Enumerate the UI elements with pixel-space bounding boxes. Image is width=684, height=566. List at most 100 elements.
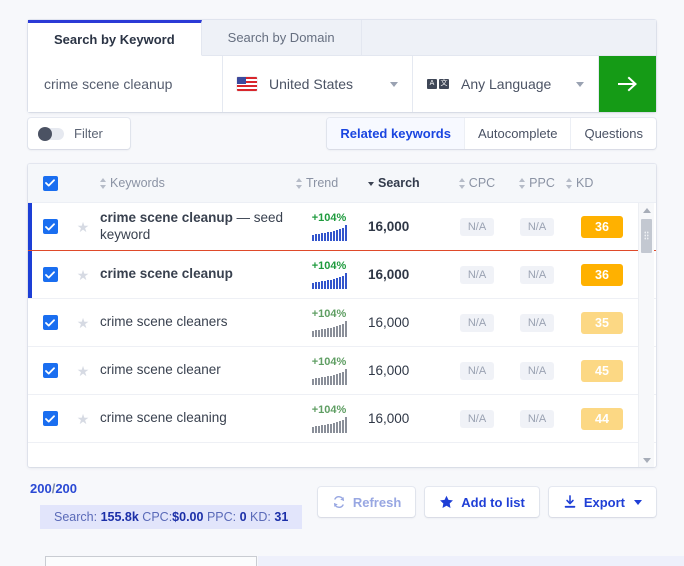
tab-search-by-keyword[interactable]: Search by Keyword (28, 20, 202, 56)
scrollbar-thumb[interactable] (641, 219, 652, 253)
keywords-table: Keywords Trend Search CPC PPC KD ★ crime … (28, 164, 656, 467)
check-icon (45, 318, 55, 326)
row-keyword-cell[interactable]: crime scene cleaners (94, 314, 296, 331)
summary-ppc-label: PPC: (206, 510, 237, 524)
tabs-filler (361, 20, 656, 55)
header-trend[interactable]: Trend (296, 176, 362, 190)
sort-both-icon (296, 177, 303, 189)
language-select[interactable]: A文 Any Language (413, 56, 599, 112)
scroll-up-arrow-icon[interactable] (639, 203, 654, 217)
tab-autocomplete[interactable]: Autocomplete (465, 118, 572, 149)
row-trend-cell: +104% (296, 260, 362, 289)
row-kd-cell: 35 (566, 311, 638, 334)
table-row[interactable]: ★ crime scene cleaning +104% 16,000 N/A N/A 44 (28, 395, 656, 443)
tab-related-keywords[interactable]: Related keywords (327, 118, 465, 149)
row-trend-cell: +104% (296, 212, 362, 241)
row-kd-badge: 45 (581, 359, 623, 382)
row-trend-cell: +104% (296, 404, 362, 433)
refresh-icon (333, 496, 344, 508)
star-icon[interactable]: ★ (77, 316, 90, 330)
table-row[interactable]: ★ crime scene cleaners +104% 16,000 N/A N/A 35 (28, 299, 656, 347)
metrics-summary: Search: 155.8k CPC:$0.00 PPC: 0 KD: 31 (40, 505, 303, 529)
keyword-research-page: Search by Keyword Search by Domain crime… (0, 0, 684, 566)
tab-search-by-domain[interactable]: Search by Domain (201, 20, 362, 55)
row-cpc-value: N/A (459, 265, 495, 284)
country-select[interactable]: United States (223, 56, 413, 112)
row-checkbox[interactable] (42, 219, 58, 234)
search-card: Search by Keyword Search by Domain crime… (28, 20, 656, 112)
footer-actions: Refresh Add to list Export (317, 487, 656, 517)
row-trend-percent: +104% (311, 404, 347, 416)
select-all-checkbox[interactable] (42, 175, 58, 191)
row-keyword-cell[interactable]: crime scene cleanup — seed keyword (94, 210, 296, 244)
selection-count-selected: 200 (30, 481, 52, 496)
chevron-down-icon (576, 81, 584, 87)
row-ppc-cell: N/A (508, 361, 566, 380)
add-to-list-button[interactable]: Add to list (425, 487, 539, 517)
summary-search-label: Search: (54, 510, 98, 524)
row-search-volume: 16,000 (368, 315, 410, 330)
row-kd-cell: 45 (566, 359, 638, 382)
filter-toggle[interactable]: Filter (28, 118, 130, 149)
row-keyword-text: crime scene cleanup (100, 209, 233, 225)
header-kd[interactable]: KD (566, 176, 638, 190)
star-icon[interactable]: ★ (77, 412, 90, 426)
page-bottom-panel-edge (45, 556, 257, 566)
check-icon (45, 414, 55, 422)
row-ppc-cell: N/A (508, 217, 566, 236)
header-trend-label: Trend (306, 176, 339, 190)
row-checkbox[interactable] (42, 267, 58, 282)
header-ppc[interactable]: PPC (508, 176, 566, 190)
table-row[interactable]: ★ crime scene cleanup — seed keyword +104%… (28, 203, 656, 251)
row-trend-cell: +104% (296, 356, 362, 385)
header-cpc-label: CPC (468, 176, 496, 190)
table-scrollbar[interactable] (638, 203, 654, 467)
tab-related-keywords-label: Related keywords (340, 126, 451, 141)
summary-cpc-value: $0.00 (172, 510, 204, 524)
row-keyword-cell[interactable]: crime scene cleanup (94, 266, 296, 283)
table-body: ★ crime scene cleanup — seed keyword +104%… (28, 203, 656, 443)
row-keyword-text: crime scene cleanup (100, 266, 233, 282)
star-icon[interactable]: ★ (77, 364, 90, 378)
row-favorite-cell: ★ (72, 412, 94, 426)
sort-both-icon (458, 177, 466, 189)
tab-questions[interactable]: Questions (571, 118, 656, 149)
header-search[interactable]: Search (362, 176, 446, 190)
header-cpc[interactable]: CPC (446, 176, 508, 190)
row-search-cell: 16,000 (362, 267, 446, 282)
row-ppc-value: N/A (519, 217, 555, 236)
row-checkbox[interactable] (42, 315, 58, 330)
star-icon[interactable]: ★ (77, 220, 90, 234)
table-row[interactable]: ★ crime scene cleaner +104% 16,000 N/A N/A 45 (28, 347, 656, 395)
table-row[interactable]: ★ crime scene cleanup +104% 16,000 N/A N/A 36 (28, 251, 656, 299)
row-favorite-cell: ★ (72, 268, 94, 282)
row-keyword-cell[interactable]: crime scene cleaning (94, 410, 296, 427)
row-checkbox[interactable] (42, 363, 58, 378)
row-cpc-cell: N/A (446, 409, 508, 428)
table-header-row: Keywords Trend Search CPC PPC KD (28, 164, 656, 203)
keyword-input[interactable]: crime scene cleanup (28, 56, 223, 112)
refresh-button[interactable]: Refresh (317, 487, 416, 517)
header-keywords[interactable]: Keywords (94, 176, 296, 190)
row-kd-badge: 36 (581, 263, 623, 286)
row-search-cell: 16,000 (362, 411, 446, 426)
row-select-cell (28, 267, 72, 282)
row-select-cell (28, 315, 72, 330)
header-kd-label: KD (576, 176, 594, 190)
search-submit-button[interactable] (599, 56, 656, 112)
star-icon[interactable]: ★ (77, 268, 90, 282)
row-keyword-text: crime scene cleaner (100, 362, 221, 378)
export-button[interactable]: Export (548, 487, 656, 517)
header-ppc-label: PPC (529, 176, 555, 190)
row-cpc-cell: N/A (446, 265, 508, 284)
row-keyword-text: crime scene cleaning (100, 410, 227, 426)
row-keyword-cell[interactable]: crime scene cleaner (94, 362, 296, 379)
row-search-cell: 16,000 (362, 363, 446, 378)
filter-toggle-switch[interactable] (38, 126, 64, 141)
tab-autocomplete-label: Autocomplete (477, 126, 558, 141)
row-checkbox[interactable] (42, 411, 58, 426)
scroll-down-arrow-icon[interactable] (639, 453, 654, 467)
trend-sparkline-icon (311, 417, 347, 433)
sort-both-icon (519, 177, 526, 189)
filter-label: Filter (74, 126, 103, 141)
